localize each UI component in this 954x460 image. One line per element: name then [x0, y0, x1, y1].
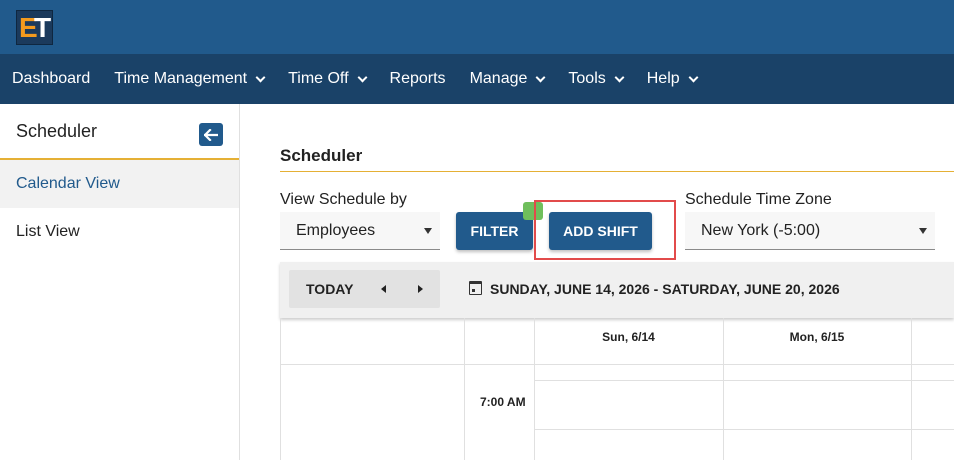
- nav-tools[interactable]: Tools: [556, 54, 634, 104]
- nav-help[interactable]: Help: [635, 54, 709, 104]
- nav-label: Help: [646, 70, 680, 87]
- caret-down-icon: [919, 228, 927, 234]
- sidebar-item-label: List View: [16, 223, 80, 240]
- app-logo[interactable]: E T: [16, 10, 53, 45]
- time-label-7am: 7:00 AM: [480, 395, 526, 409]
- nav-label: Dashboard: [12, 70, 91, 87]
- caret-down-icon: [424, 228, 432, 234]
- grid-line: [534, 429, 954, 430]
- page-title: Scheduler: [280, 146, 363, 165]
- chevron-down-icon: [255, 72, 266, 82]
- main-nav: Dashboard Time Management Time Off Repor…: [0, 54, 954, 104]
- nav-reports[interactable]: Reports: [378, 54, 458, 104]
- title-divider: [280, 171, 954, 172]
- nav-label: Reports: [389, 70, 446, 87]
- filter-button-label: FILTER: [470, 223, 519, 239]
- nav-label: Time Management: [114, 70, 248, 87]
- next-week-icon[interactable]: [418, 285, 423, 293]
- previous-week-icon[interactable]: [381, 285, 386, 293]
- view-by-label: View Schedule by: [280, 191, 407, 208]
- arrow-left-icon: [204, 128, 218, 141]
- calendar-icon: [469, 281, 482, 295]
- view-by-select[interactable]: Employees: [280, 212, 440, 250]
- nav-manage[interactable]: Manage: [458, 54, 557, 104]
- grid-line: [281, 364, 954, 365]
- calendar-grid: Sun, 6/14 Mon, 6/15 7:00 AM: [280, 318, 954, 460]
- grid-line: [534, 380, 954, 381]
- add-shift-button[interactable]: ADD SHIFT: [549, 212, 652, 250]
- sidebar-header: Scheduler: [0, 104, 239, 160]
- collapse-sidebar-button[interactable]: [199, 123, 223, 146]
- logo-letter-t: T: [34, 12, 52, 43]
- chevron-down-icon: [535, 72, 546, 82]
- logo-letter-e: E: [19, 12, 38, 43]
- chevron-down-icon: [614, 72, 625, 82]
- sidebar-item-label: Calendar View: [16, 175, 120, 192]
- chevron-down-icon: [357, 72, 367, 82]
- grid-line: [464, 318, 465, 460]
- nav-time-management[interactable]: Time Management: [102, 54, 276, 104]
- nav-label: Time Off: [288, 70, 349, 87]
- sidebar-title: Scheduler: [16, 120, 98, 141]
- date-nav-group: TODAY: [289, 270, 440, 308]
- today-button[interactable]: TODAY: [306, 281, 353, 297]
- filter-button[interactable]: FILTER: [456, 212, 533, 250]
- top-header: E T: [0, 0, 954, 54]
- view-by-value: Employees: [296, 221, 376, 239]
- timezone-label: Schedule Time Zone: [685, 191, 832, 208]
- main-content: Scheduler View Schedule by Employees FIL…: [240, 104, 954, 460]
- date-range: SUNDAY, JUNE 14, 2026 - SATURDAY, JUNE 2…: [490, 281, 840, 297]
- sidebar: Scheduler Calendar View List View: [0, 104, 240, 460]
- timezone-value: New York (-5:00): [701, 221, 821, 239]
- sidebar-item-list-view[interactable]: List View: [0, 208, 239, 256]
- add-shift-button-label: ADD SHIFT: [563, 223, 638, 239]
- timezone-select[interactable]: New York (-5:00): [685, 212, 935, 250]
- sidebar-item-calendar-view[interactable]: Calendar View: [0, 160, 239, 208]
- nav-label: Tools: [568, 70, 606, 87]
- nav-dashboard[interactable]: Dashboard: [0, 54, 102, 104]
- nav-label: Manage: [469, 70, 528, 87]
- day-header-mon: Mon, 6/15: [789, 330, 845, 344]
- nav-time-off[interactable]: Time Off: [276, 54, 377, 104]
- day-header-sun: Sun, 6/14: [602, 330, 655, 344]
- chevron-down-icon: [688, 72, 699, 82]
- calendar-toolbar: TODAY SUNDAY, JUNE 14, 2026 - SATURDAY, …: [280, 262, 954, 318]
- grid-line: [911, 318, 912, 460]
